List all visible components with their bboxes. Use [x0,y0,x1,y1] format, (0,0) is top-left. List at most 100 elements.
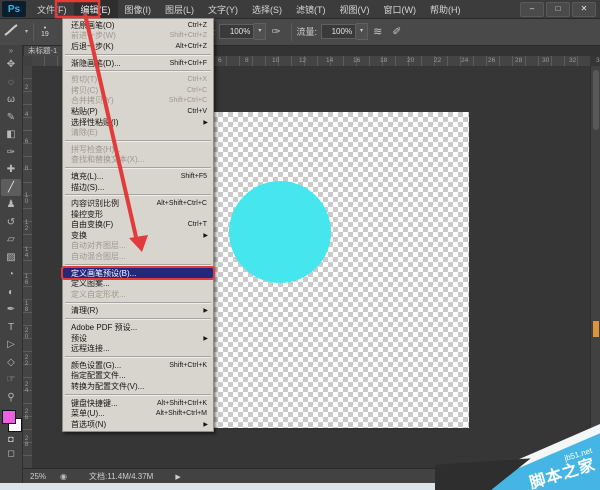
options-separator [33,23,34,41]
vertical-scrollbar[interactable] [590,66,600,468]
crop-tool[interactable]: ◧ [1,126,21,144]
edit-menu-item[interactable]: 合并拷贝(Y)Shift+Ctrl+C [63,96,213,107]
blur-tool[interactable]: ◔ [1,266,21,284]
healing-brush-tool[interactable]: ✚ [1,161,21,179]
maximize-button[interactable]: □ [546,2,570,17]
menubar-item[interactable]: 视图(V) [333,0,377,18]
clone-stamp-tool[interactable]: ♟ [1,196,21,214]
edit-menu-item[interactable]: 拼写检查(H)... [63,144,213,155]
edit-menu-item[interactable]: 自由变换(F)Ctrl+T [63,220,213,231]
edit-menu-item[interactable]: 定义图案... [63,278,213,289]
panel-collapse-icon[interactable]: » [9,45,13,56]
edit-menu-item[interactable]: 菜单(U)...Alt+Shift+Ctrl+M [63,408,213,419]
edit-menu-item[interactable]: 内容识别比例Alt+Shift+Ctrl+C [63,198,213,209]
ruler-number: 22 [23,354,30,366]
menubar-item[interactable]: 文件(F) [30,0,74,18]
lasso-tool[interactable]: ω [1,91,21,109]
gradient-tool[interactable]: ▨ [1,249,21,267]
menu-separator [65,140,211,142]
edit-menu-item[interactable]: 键盘快捷键...Alt+Shift+Ctrl+K [63,398,213,409]
edit-menu-item[interactable]: 变换▶ [63,230,213,241]
opacity-pressure-icon[interactable]: ✑ [271,25,280,38]
opacity-input[interactable]: 100% [219,24,254,39]
edit-menu-item-define-brush-preset[interactable]: 定义画笔预设(B)... [63,268,213,279]
edit-menu-item[interactable]: Adobe PDF 预设... [63,322,213,333]
zoom-level-value[interactable]: 25% [30,472,46,481]
pen-tool[interactable]: ✒ [1,301,21,319]
edit-menu-item[interactable]: 远程连接... [63,343,213,354]
flow-input[interactable]: 100% [321,24,356,39]
menubar-item[interactable]: 窗口(W) [377,0,424,18]
edit-menu-item[interactable]: 前进一步(W)Shift+Ctrl+Z [63,31,213,42]
quick-selection-tool[interactable]: ✎ [1,109,21,127]
brush-pressure-icon[interactable]: ✐ [392,25,401,38]
menu-shortcut: Alt+Shift+Ctrl+K [157,400,210,407]
window-controls: – □ ✕ [520,2,600,17]
menubar-item[interactable]: 图层(L) [158,0,201,18]
edit-menu-item[interactable]: 粘贴(P)Ctrl+V [63,106,213,117]
ruler-number: 26 [488,56,495,65]
quick-mask-button[interactable]: ◘ [8,432,13,446]
edit-menu-item[interactable]: 清除(E) [63,127,213,138]
screen-mode-button[interactable]: ◻ [7,446,14,460]
dodge-tool[interactable]: ◐ [1,284,21,302]
edit-menu-item[interactable]: 首选项(N)▶ [63,419,213,430]
menu-shortcut: Alt+Shift+Ctrl+C [157,200,210,207]
marquee-tool[interactable]: ◌ [1,74,21,92]
ruler-number: 22 [434,56,441,65]
eraser-tool[interactable]: ▱ [1,231,21,249]
menubar-item[interactable]: 滤镜(T) [289,0,333,18]
menubar-item[interactable]: 帮助(H) [423,0,468,18]
brush-preset-picker[interactable]: • 19 [41,26,49,38]
ruler-number: 16 [353,56,360,65]
tool-preset-caret-icon[interactable]: ▾ [25,28,28,35]
cyan-circle-shape[interactable] [229,181,331,283]
document-size-info: 文档:11.4M/4.37M [89,471,153,482]
edit-menu-item[interactable]: 拷贝(C)Ctrl+C [63,85,213,96]
minimize-button[interactable]: – [520,2,544,17]
edit-menu-item[interactable]: 还原画笔(O)Ctrl+Z [63,20,213,31]
menu-shortcut: Ctrl+T [188,221,210,228]
foreground-color-swatch[interactable] [2,410,16,424]
edit-menu-item[interactable]: 自动混合图层... [63,251,213,262]
menu-separator [65,302,211,304]
edit-menu-item[interactable]: 预设▶ [63,333,213,344]
menubar-item[interactable]: 选择(S) [245,0,289,18]
close-button[interactable]: ✕ [572,2,596,17]
brush-tool[interactable]: ╱ [1,179,21,197]
edit-menu-item[interactable]: 颜色设置(G)...Shift+Ctrl+K [63,360,213,371]
edit-menu-item[interactable]: 操控变形 [63,209,213,220]
zoom-tool[interactable]: ⚲ [1,389,21,407]
submenu-arrow-icon: ▶ [203,335,210,342]
edit-menu-item[interactable]: 定义自定形状... [63,289,213,300]
hand-tool[interactable]: ☞ [1,371,21,389]
edit-menu-item[interactable]: 渐隐画笔(D)...Shift+Ctrl+F [63,58,213,69]
scrollbar-thumb[interactable] [593,70,599,130]
opacity-dropdown-icon[interactable]: ▾ [254,23,266,40]
path-selection-tool[interactable]: ▷ [1,336,21,354]
type-tool[interactable]: T [1,319,21,337]
edit-menu-item[interactable]: 指定配置文件... [63,371,213,382]
ruler-number: 10 [23,192,30,204]
edit-menu-item[interactable]: 剪切(T)Ctrl+X [63,74,213,85]
edit-menu-item[interactable]: 查找和替换文本(X)... [63,155,213,166]
flow-dropdown-icon[interactable]: ▾ [356,23,368,40]
edit-menu-item[interactable]: 转换为配置文件(V)... [63,381,213,392]
history-brush-tool[interactable]: ↺ [1,214,21,232]
edit-menu-item[interactable]: 后退一步(K)Alt+Ctrl+Z [63,41,213,52]
edit-menu-item[interactable]: 填充(L)...Shift+F5 [63,171,213,182]
edit-menu-item[interactable]: 选择性粘贴(I)▶ [63,117,213,128]
edit-menu-item[interactable]: 描边(S)... [63,182,213,193]
move-tool[interactable]: ✥ [1,56,21,74]
edit-menu-item[interactable]: 自动对齐图层... [63,241,213,252]
ruler-number: 24 [23,381,30,393]
menubar-item[interactable]: 图像(I) [118,0,159,18]
eyedropper-tool[interactable]: ✑ [1,144,21,162]
menubar-item[interactable]: 文字(Y) [201,0,245,18]
shape-tool[interactable]: ◇ [1,354,21,372]
edit-menu-item[interactable]: 清理(R)▶ [63,306,213,317]
airbrush-icon[interactable]: ≋ [373,25,382,38]
status-expand-arrow-icon[interactable]: ▶ [175,473,180,481]
brush-tool-icon[interactable] [4,24,18,39]
menubar-item[interactable]: 编辑(E) [74,0,118,18]
